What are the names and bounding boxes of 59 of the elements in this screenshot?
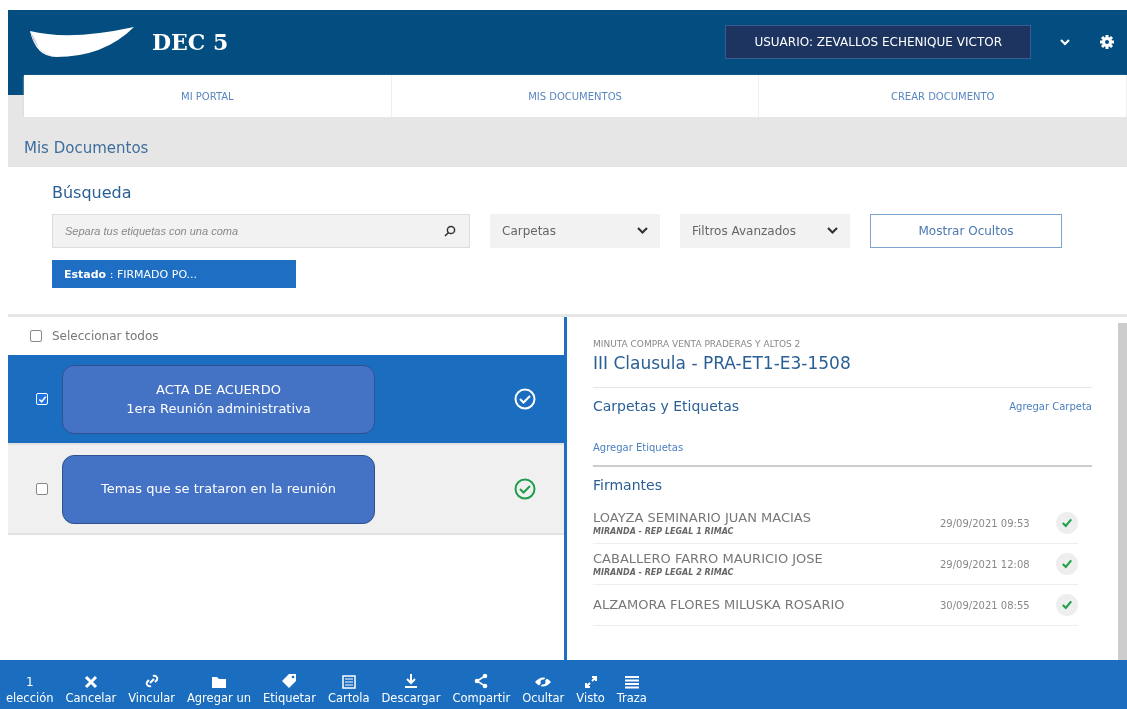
document-icon [341, 675, 356, 689]
eye-icon [534, 675, 553, 689]
logo-text: DEC 5 [152, 28, 229, 55]
signer-name: LOAYZA SEMINARIO JUAN MACIAS [593, 510, 812, 527]
section-title: Carpetas y Etiquetas [593, 398, 740, 414]
signed-date: 29/09/2021 09:53 [940, 517, 1031, 529]
signed-date: 29/09/2021 12:08 [940, 558, 1031, 570]
share-icon [473, 673, 490, 689]
signer-role: MIRANDA - REP LEGAL 2 RIMAC [593, 567, 735, 577]
toolbar-button[interactable]: Etiquetar [256, 673, 322, 705]
filter-chip[interactable]: Estado : FIRMADO PO... [52, 260, 296, 288]
note-callout: Temas que se trataron en la reunión [62, 454, 375, 524]
tag-icon [281, 673, 298, 689]
signed-date: 30/09/2021 08:55 [940, 599, 1031, 611]
folder-icon [210, 675, 227, 689]
toolbar-button[interactable]: 1 elección [0, 675, 60, 705]
user-badge: USUARIO: ZEVALLOS ECHENIQUE VICTOR [725, 24, 1031, 59]
page-title: Mis Documentos [24, 139, 150, 157]
section-title: Búsqueda [52, 183, 133, 202]
toolbar-button[interactable]: Agregar un [180, 675, 257, 705]
chevron-down-icon [827, 227, 838, 235]
toolbar-button[interactable]: Compartir [446, 673, 517, 705]
list-icon [623, 675, 640, 689]
scrollbar[interactable] [1118, 323, 1127, 660]
close-icon [83, 675, 98, 689]
toolbar-button[interactable]: Ocultar [516, 675, 571, 705]
signer-name: CABALLERO FARRO MAURICIO JOSE [593, 551, 824, 568]
dropdown[interactable]: Carpetas [490, 214, 660, 248]
toolbar-button[interactable]: Vincular [122, 673, 181, 705]
note-callout: ACTA DE ACUERDO 1era Reunión administrativa [62, 364, 375, 434]
show-hidden-button[interactable]: Mostrar Ocultos [870, 214, 1062, 248]
folder-label: MINUTA COMPRA VENTA PRADERAS Y ALTOS 2 [593, 339, 802, 349]
document-row[interactable]: ACTA DE ACUERDO 1era Reunión administrativa [8, 355, 564, 445]
signer-name: ALZAMORA FLORES MILUSKA ROSARIO [593, 596, 846, 614]
document-title: III Clausula - PRA-ET1-E3-1508 [593, 353, 1092, 388]
dropdown[interactable]: Filtros Avanzados [680, 214, 850, 248]
check-circle-icon [514, 478, 536, 500]
chevron-down-icon [637, 227, 648, 235]
expand-icon [583, 675, 598, 689]
add-folder-link[interactable]: Agregar Carpeta [1009, 400, 1092, 412]
add-tags-link[interactable]: Agregar Etiquetas [593, 442, 684, 453]
signer-role: MIRANDA - REP LEGAL 1 RIMAC [593, 526, 735, 536]
toolbar-button[interactable]: Descargar [375, 673, 447, 705]
toolbar-button[interactable]: Traza [610, 675, 653, 705]
search-icon [444, 225, 456, 237]
download-icon [403, 673, 418, 689]
link-icon [143, 673, 160, 689]
toolbar-button[interactable]: Visto [570, 675, 611, 705]
search-field[interactable]: Separa tus etiquetas con una coma [52, 214, 470, 248]
settings-icon[interactable] [1099, 33, 1115, 50]
section-title: Firmantes [593, 477, 662, 493]
chevron-down-icon[interactable] [1059, 37, 1071, 46]
checkbox[interactable] [36, 483, 48, 495]
toolbar-button[interactable]: Cartola [321, 675, 376, 705]
check-circle-icon [514, 388, 536, 410]
checkbox-label: Seleccionar todos [52, 329, 159, 343]
toolbar-button[interactable]: Cancelar [59, 675, 123, 705]
document-row[interactable]: Temas que se trataron en la reunión [8, 445, 564, 535]
checkbox[interactable] [30, 330, 42, 342]
